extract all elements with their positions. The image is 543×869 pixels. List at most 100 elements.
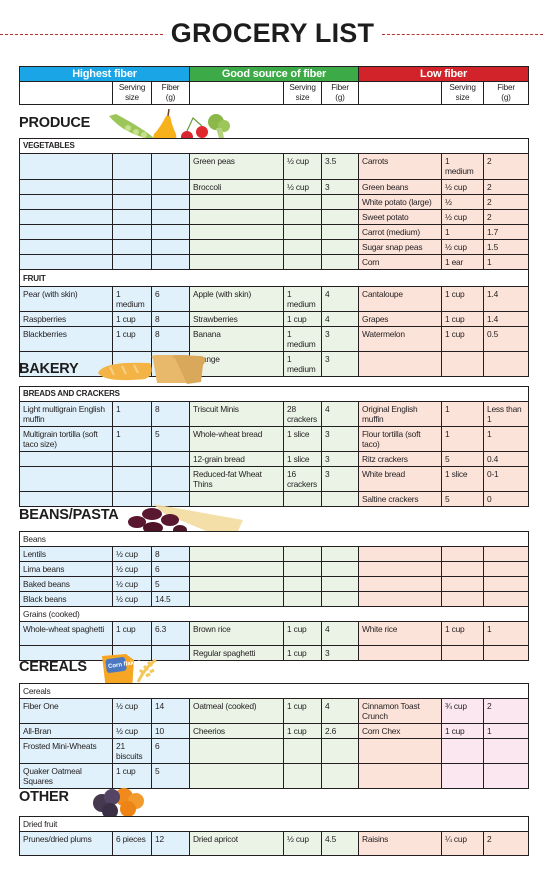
low-fiber-grams: 1.4 [483,311,529,327]
good-fiber-serving: ½ cup [283,153,322,180]
good-fiber-serving [283,738,322,764]
prunes-icon [93,789,120,819]
good-fiber-item [189,224,284,240]
low-fiber-item: Original English muffin [358,401,442,427]
header-serving-size: Serving size [283,81,323,105]
good-fiber-item [189,576,284,592]
high-fiber-serving [112,209,152,225]
legend-header-table: Highest fiber Good source of fiber Low f… [18,66,530,105]
section-title-bakery: BAKERY [19,361,79,377]
high-fiber-serving: ½ cup [112,576,152,592]
good-fiber-grams [321,209,359,225]
table-row: Green peas ½ cup 3.5 Carrots 1 medium 2 [19,153,529,180]
good-fiber-grams: 3 [321,351,359,377]
good-fiber-serving: 1 cup [283,723,322,739]
table-row: Corn 1 ear 1 [19,254,529,270]
high-fiber-item: All-Bran [19,723,113,739]
low-fiber-item: Saltine crackers [358,491,442,507]
low-fiber-item: Cinnamon Toast Crunch [358,698,442,724]
table-row: Light multigrain English muffin 1 8 Triscui… [19,401,530,427]
low-fiber-serving [441,645,484,661]
good-fiber-grams [321,591,359,607]
high-fiber-item [19,254,113,270]
good-fiber-serving: 1 slice [283,451,322,467]
good-fiber-grams: 4 [321,286,359,312]
good-fiber-serving: 1 medium [283,326,322,352]
low-fiber-serving: ¼ cup [441,831,484,856]
high-fiber-serving: ½ cup [112,546,152,562]
high-fiber-item: Lima beans [19,561,113,577]
good-fiber-grams [321,561,359,577]
low-fiber-serving [441,576,484,592]
low-fiber-item: White bread [358,466,442,492]
low-fiber-grams: 0 [482,491,530,507]
page-title: GROCERY LIST [170,18,375,48]
high-fiber-grams: 8 [151,311,190,327]
low-fiber-serving: 5 [441,491,484,507]
low-fiber-serving [441,546,484,562]
low-fiber-serving: ½ cup [441,239,484,255]
high-fiber-serving: 1 [112,426,152,452]
low-fiber-item: Cantaloupe [358,286,442,312]
table-row: Sweet potato ½ cup 2 [19,209,529,225]
low-fiber-grams [482,561,530,577]
high-fiber-serving: 1 cup [112,621,152,646]
good-fiber-grams: 3 [321,466,359,492]
good-fiber-serving [283,546,322,562]
high-fiber-item: Raspberries [19,311,113,327]
good-fiber-grams: 4.5 [321,831,359,856]
low-fiber-grams: 2 [483,194,529,210]
high-fiber-serving: ½ cup [112,723,152,739]
low-fiber-serving: 1 [441,224,484,240]
low-fiber-item [358,738,442,764]
high-fiber-grams: 14.5 [151,591,190,607]
good-fiber-item: Triscuit Minis [189,401,284,427]
high-fiber-serving [112,254,152,270]
high-fiber-item: Prunes/dried plums [19,831,113,856]
low-fiber-serving: 1 [441,426,484,452]
table-row: Saltine crackers 5 0 [19,491,530,507]
low-fiber-item: Carrot (medium) [358,224,442,240]
high-fiber-grams: 12 [151,831,190,856]
good-fiber-serving: ½ cup [283,179,322,195]
good-fiber-grams: 4 [321,698,359,724]
low-fiber-serving [441,763,484,789]
header-serving-size: Serving size [112,81,152,105]
high-fiber-grams: 6 [151,286,190,312]
low-fiber-grams: 1 [482,723,530,739]
high-fiber-grams: 10 [151,723,190,739]
table-row: Prunes/dried plums 6 pieces 12 Dried aprico… [19,831,530,856]
high-fiber-item [19,466,113,492]
good-fiber-item: Whole-wheat bread [189,426,284,452]
low-fiber-item: Carrots [358,153,442,180]
low-fiber-item: Sugar snap peas [358,239,442,255]
high-fiber-serving [112,179,152,195]
table-row: 12-grain bread 1 slice 3 Ritz crackers 5 0.4 [19,451,530,467]
good-fiber-item: Apple (with skin) [189,286,284,312]
good-fiber-item [189,194,284,210]
low-fiber-grams: 2 [482,831,530,856]
good-fiber-grams: 3 [321,179,359,195]
table-row: Lima beans ½ cup 6 [19,561,530,577]
good-fiber-grams [321,738,359,764]
high-fiber-serving [112,451,152,467]
good-fiber-serving [283,491,322,507]
good-fiber-item [189,763,284,789]
good-fiber-item [189,209,284,225]
high-fiber-serving [112,466,152,492]
category-breads-crackers: BREADS AND CRACKERS [18,386,530,402]
good-fiber-serving: 1 cup [283,698,322,724]
low-fiber-item [358,645,442,661]
good-fiber-grams [321,254,359,270]
table-row: Raspberries 1 cup 8 Strawberries 1 cup 4 Grape… [19,311,529,327]
good-fiber-serving [283,254,322,270]
good-fiber-grams [321,576,359,592]
high-fiber-item [19,451,113,467]
low-fiber-serving [441,738,484,764]
table-row: Whole-wheat spaghetti 1 cup 6.3 Brown rice 1… [19,621,530,646]
high-fiber-item: Blackberries [19,326,113,352]
low-fiber-item [358,351,442,377]
low-fiber-grams: 1 [483,254,529,270]
good-fiber-serving [283,561,322,577]
good-fiber-item [189,591,284,607]
